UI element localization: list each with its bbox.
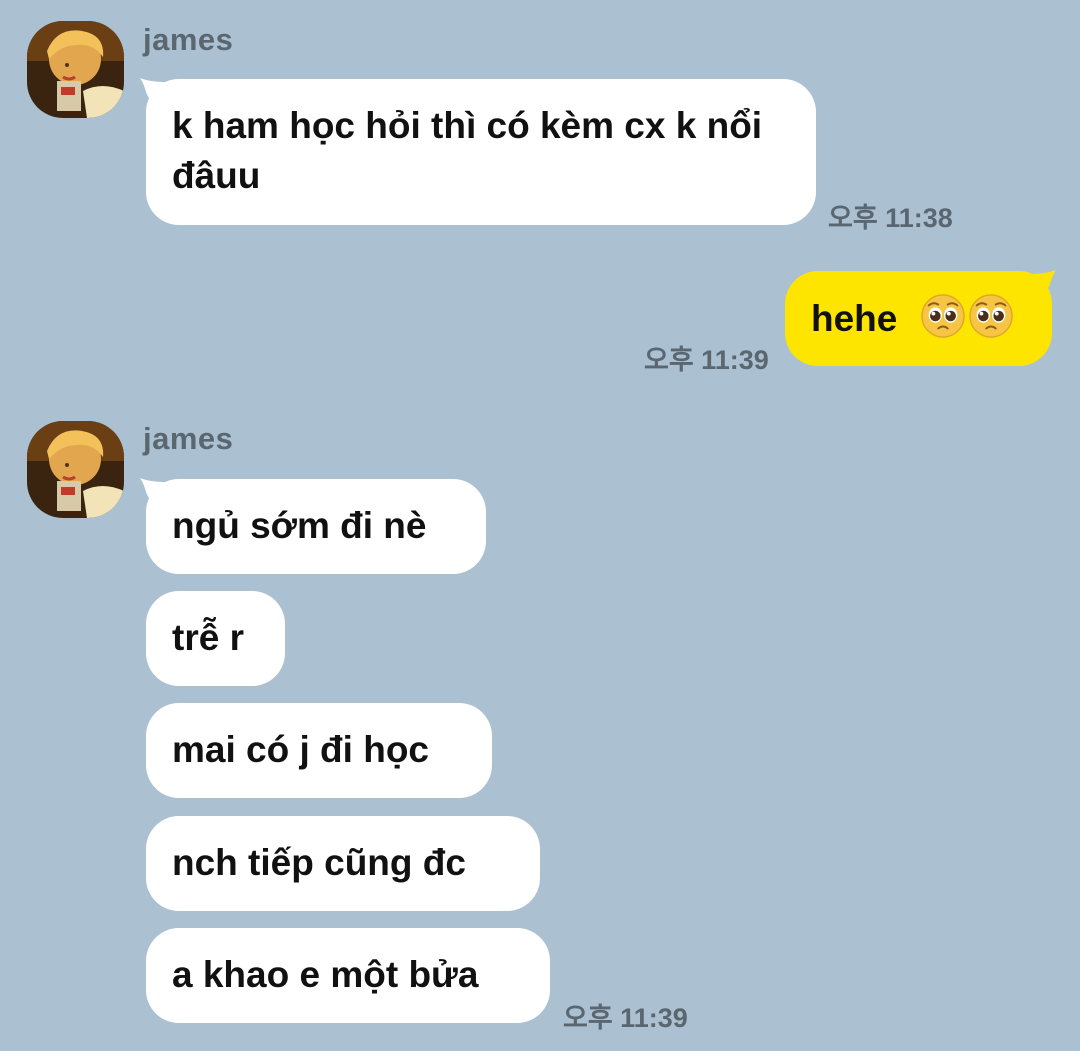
message-time: 오후 11:39 [644, 345, 769, 375]
avatar-james[interactable] [27, 21, 124, 118]
message-time: 오후 11:38 [828, 203, 953, 233]
message-text: ngủ sớm đi nè [172, 505, 427, 546]
message-bubble[interactable]: trễ r [146, 591, 285, 686]
message-text: k ham học hỏi thì có kèm cx k nổi đâuu [172, 105, 763, 196]
message-time: 오후 11:39 [563, 1003, 688, 1033]
avatar-james[interactable] [27, 421, 124, 518]
sender-name: james [143, 421, 234, 456]
pleading-face-icon [920, 293, 966, 339]
message-bubble[interactable]: mai có j đi học [146, 703, 492, 798]
sender-name: james [143, 22, 234, 57]
message-bubble-outgoing[interactable]: hehe [785, 271, 1052, 366]
message-bubble[interactable]: a khao e một bửa [146, 928, 550, 1023]
message-bubble[interactable]: ngủ sớm đi nè [146, 479, 486, 574]
pleading-face-icon [968, 293, 1014, 339]
message-text: trễ r [172, 617, 244, 658]
message-text: hehe [811, 298, 898, 339]
message-text: nch tiếp cũng đc [172, 842, 466, 883]
message-text: a khao e một bửa [172, 954, 479, 995]
message-bubble[interactable]: nch tiếp cũng đc [146, 816, 540, 911]
message-text: mai có j đi học [172, 729, 429, 770]
message-bubble[interactable]: k ham học hỏi thì có kèm cx k nổi đâuu [146, 79, 816, 225]
